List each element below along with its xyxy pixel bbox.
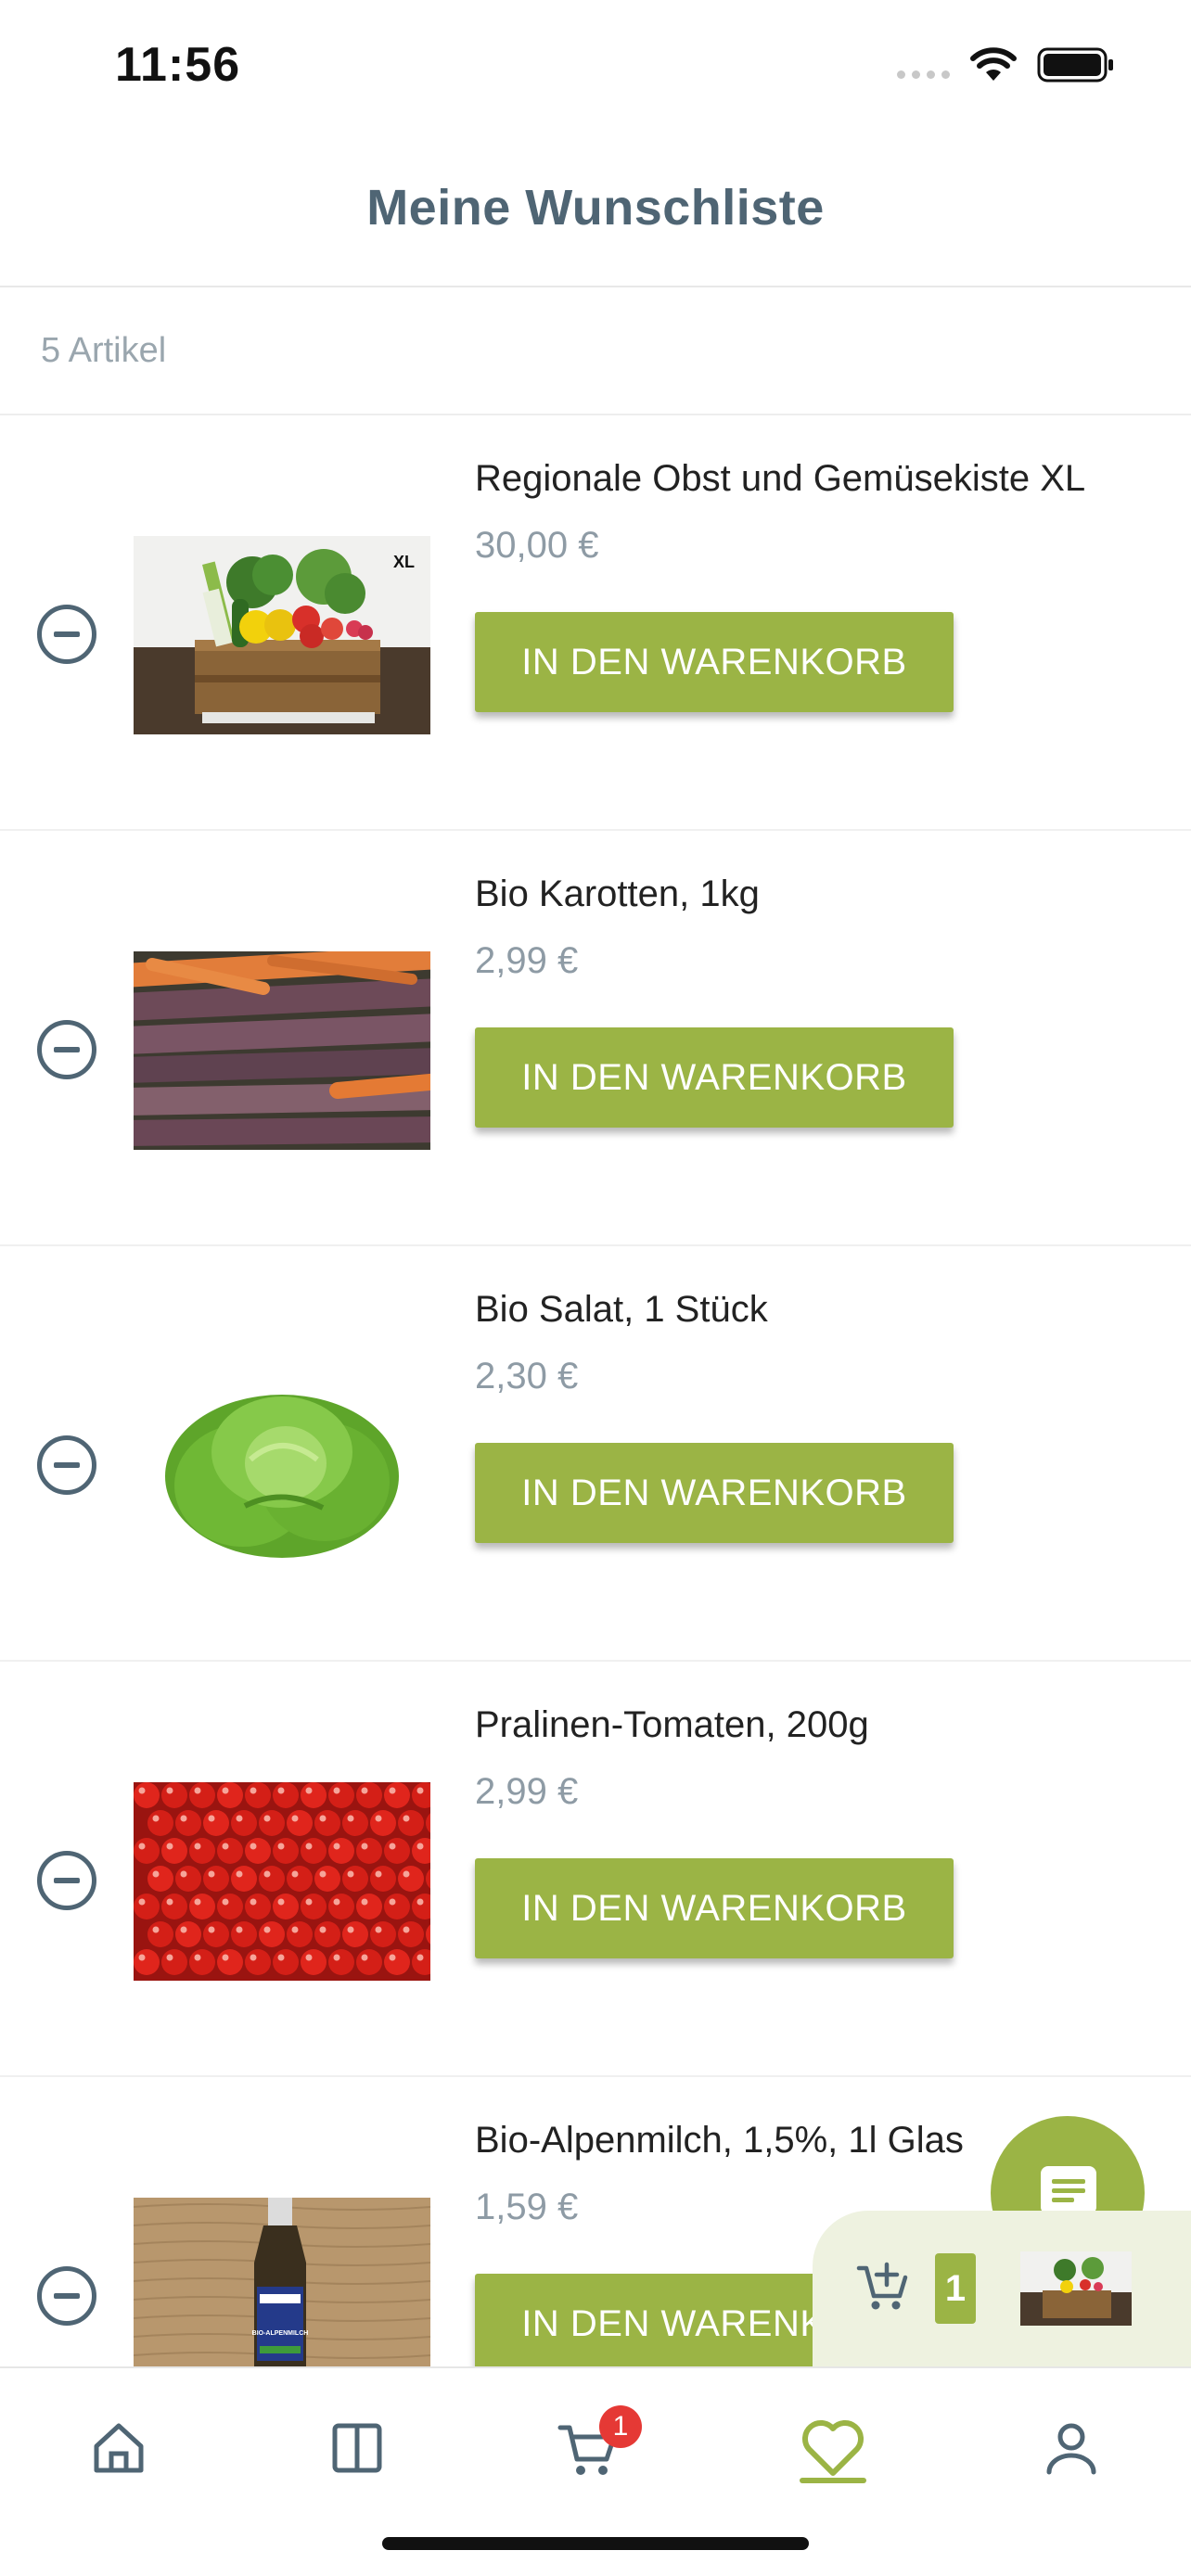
status-icons — [897, 46, 1115, 83]
remove-item-icon[interactable] — [37, 1851, 96, 1910]
product-name[interactable]: Regionale Obst und Gemüsekiste XL — [475, 458, 1085, 500]
tab-wishlist[interactable] — [777, 2392, 889, 2504]
mini-cart-thumbnail — [1020, 2251, 1132, 2326]
product-price: 2,99 € — [475, 1771, 579, 1812]
item-count-bar: 5 Artikel — [0, 287, 1191, 415]
wifi-icon — [970, 47, 1017, 81]
status-bar: 11:56 — [0, 0, 1191, 130]
product-price: 2,99 € — [475, 940, 579, 981]
remove-item-icon[interactable] — [37, 1435, 96, 1495]
nav-header: Meine Wunschliste — [0, 130, 1191, 287]
product-image[interactable]: BIO-ALPENMILCH — [134, 2198, 430, 2366]
mini-cart[interactable]: 1 — [813, 2211, 1191, 2366]
status-time: 11:56 — [115, 38, 241, 92]
profile-icon — [1046, 2423, 1096, 2475]
product-price: 1,59 € — [475, 2187, 579, 2227]
wishlist-item: Bio Salat, 1 Stück 2,30 € IN DEN WARENKO… — [0, 1246, 1191, 1662]
svg-text:BIO-ALPENMILCH: BIO-ALPENMILCH — [252, 2330, 309, 2337]
product-price: 2,30 € — [475, 1356, 579, 1396]
product-name[interactable]: Bio Karotten, 1kg — [475, 874, 760, 915]
battery-icon — [1037, 47, 1113, 83]
add-to-cart-button[interactable]: IN DEN WARENKORB — [475, 1443, 954, 1543]
product-image[interactable] — [134, 1782, 430, 1981]
add-to-cart-button[interactable]: IN DEN WARENKORB — [475, 1858, 954, 1958]
item-count: 5 Artikel — [41, 330, 167, 370]
wishlist[interactable]: XL Regionale Obst und Gemüsekiste XL 30,… — [0, 415, 1191, 2366]
tab-home[interactable] — [63, 2392, 174, 2504]
tab-cart[interactable]: 1 — [532, 2392, 644, 2504]
cellular-signal-icon — [897, 51, 950, 79]
remove-item-icon[interactable] — [37, 2266, 96, 2326]
tab-catalog[interactable] — [301, 2392, 413, 2504]
wishlist-item: XL Regionale Obst und Gemüsekiste XL 30,… — [0, 415, 1191, 831]
tab-profile[interactable] — [1016, 2392, 1127, 2504]
cart-badge: 1 — [599, 2405, 642, 2448]
catalog-icon — [332, 2423, 382, 2473]
wishlist-item: Bio Karotten, 1kg 2,99 € IN DEN WARENKOR… — [0, 831, 1191, 1246]
home-indicator — [382, 2537, 809, 2550]
product-name[interactable]: Pralinen-Tomaten, 200g — [475, 1704, 869, 1746]
mini-cart-count: 1 — [935, 2253, 976, 2324]
add-to-cart-button[interactable]: IN DEN WARENKORB — [475, 1027, 954, 1128]
add-to-cart-button[interactable]: IN DEN WARENKORB — [475, 612, 954, 712]
heart-icon — [802, 2420, 864, 2476]
product-price: 30,00 € — [475, 525, 599, 566]
product-image[interactable]: XL — [134, 536, 430, 734]
product-image[interactable] — [134, 951, 430, 1150]
product-image[interactable] — [134, 1367, 430, 1565]
cart-add-icon — [856, 2262, 908, 2310]
product-name[interactable]: Bio-Alpenmilch, 1,5%, 1l Glas — [475, 2120, 964, 2162]
product-name[interactable]: Bio Salat, 1 Stück — [475, 1289, 768, 1331]
active-tab-indicator — [800, 2478, 866, 2483]
chat-icon — [1041, 2166, 1096, 2214]
page-title: Meine Wunschliste — [366, 180, 825, 236]
wishlist-item: Pralinen-Tomaten, 200g 2,99 € IN DEN WAR… — [0, 1662, 1191, 2077]
home-icon — [94, 2423, 144, 2473]
remove-item-icon[interactable] — [37, 1020, 96, 1079]
remove-item-icon[interactable] — [37, 605, 96, 664]
svg-text:XL: XL — [393, 553, 415, 571]
